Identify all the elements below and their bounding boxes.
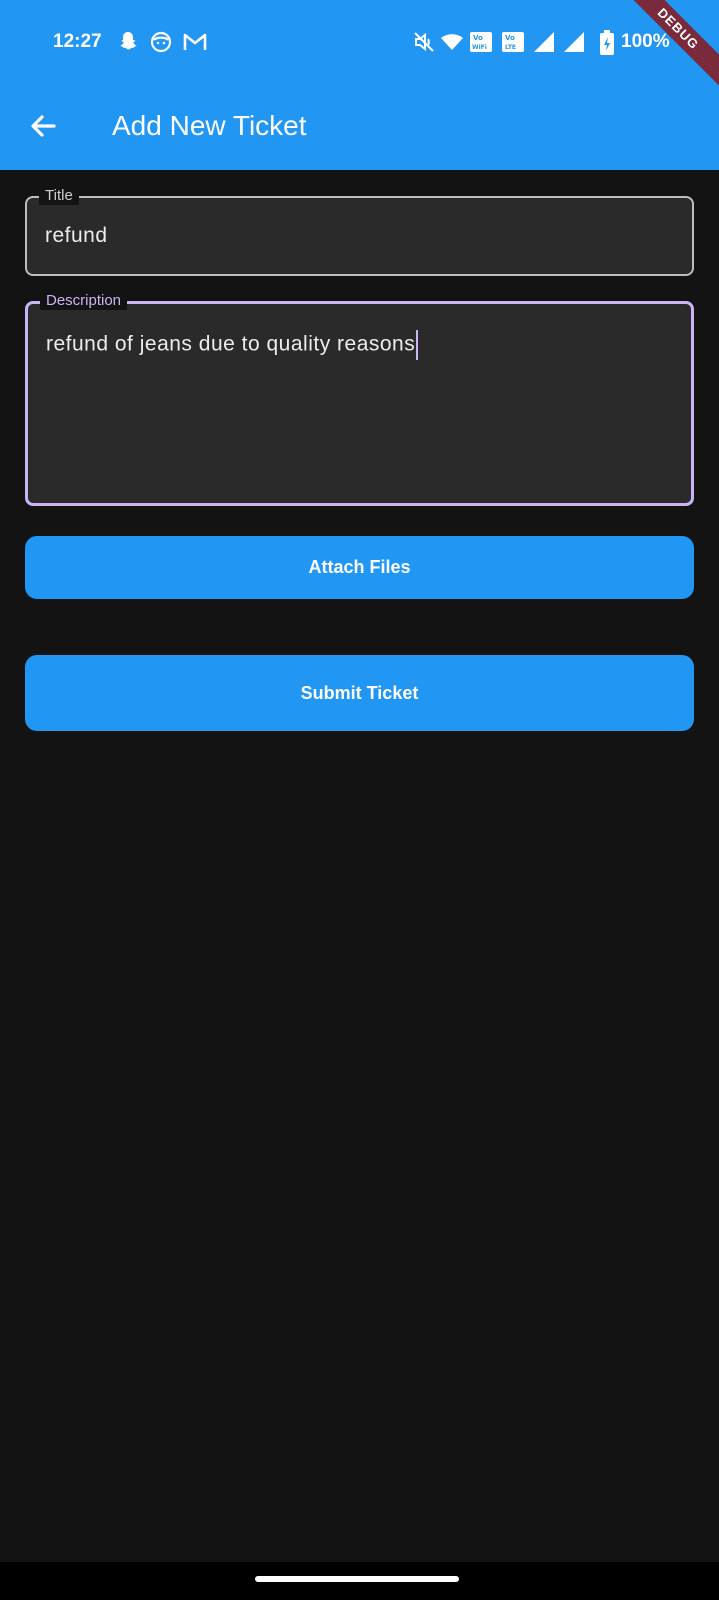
volte-icon: Vo LTE	[502, 32, 524, 52]
title-field-label: Title	[39, 187, 79, 205]
svg-text:LTE: LTE	[505, 44, 516, 51]
description-field-label: Description	[40, 292, 128, 310]
snapchat-icon	[120, 32, 137, 50]
status-bar: 12:27 Vo WiFi Vo LTE 100%	[0, 22, 719, 62]
description-field-wrapper[interactable]: refund of jeans due to quality reasons	[46, 330, 419, 360]
title-field[interactable]: Title refund	[25, 187, 694, 276]
app-bar: 12:27 Vo WiFi Vo LTE 100% DEBUG Add New …	[0, 0, 719, 170]
mute-icon	[414, 32, 434, 52]
system-nav-bar	[0, 1562, 719, 1600]
toolbar: Add New Ticket	[0, 100, 719, 156]
signal-sim1-icon	[534, 32, 554, 52]
description-field-value[interactable]: refund of jeans due to quality reasons	[46, 333, 415, 356]
battery-percent: 100%	[621, 31, 670, 52]
assistant-icon	[150, 31, 172, 53]
text-caret	[416, 330, 419, 360]
svg-text:Vo: Vo	[505, 34, 515, 42]
status-time: 12:27	[53, 31, 102, 52]
arrow-back-icon	[31, 115, 56, 137]
gmail-icon	[183, 33, 207, 50]
submit-ticket-button[interactable]: Submit Ticket	[25, 655, 694, 731]
signal-sim2-icon	[564, 32, 584, 52]
home-gesture-handle[interactable]	[255, 1576, 459, 1582]
title-field-value[interactable]: refund	[45, 224, 108, 248]
svg-text:WiFi: WiFi	[472, 44, 487, 51]
svg-text:Vo: Vo	[473, 34, 483, 42]
page-title: Add New Ticket	[112, 110, 307, 141]
description-field[interactable]: Description refund of jeans due to quali…	[25, 292, 694, 506]
attach-files-button[interactable]: Attach Files	[25, 536, 694, 599]
back-button[interactable]	[24, 106, 64, 146]
battery-icon	[600, 30, 614, 55]
wifi-icon	[441, 34, 463, 50]
vowifi-icon: Vo WiFi	[470, 32, 492, 52]
